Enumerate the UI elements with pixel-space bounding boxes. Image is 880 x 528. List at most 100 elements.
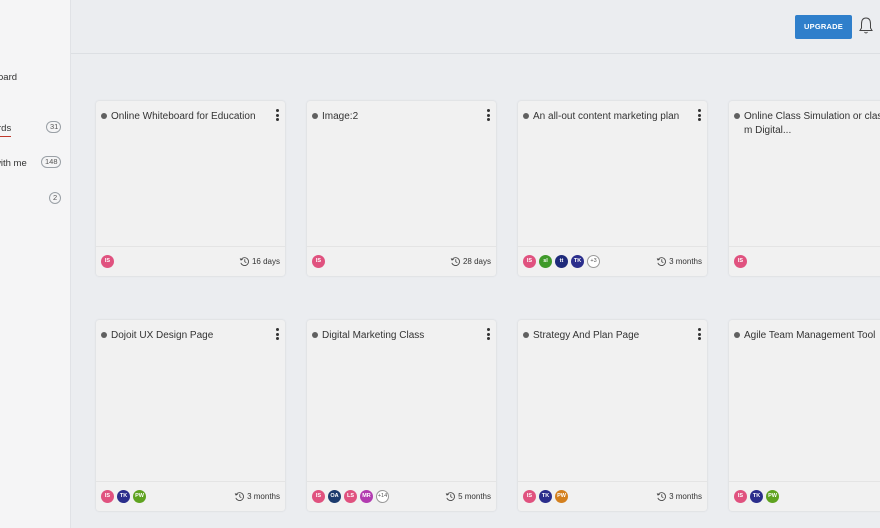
status-dot (523, 113, 529, 119)
sidebar-item-count: 31 (46, 121, 61, 133)
history-icon (656, 492, 666, 501)
sidebar-item-label: oard (0, 72, 18, 83)
avatar[interactable]: TK (750, 490, 763, 503)
more-members-badge[interactable]: +14 (376, 490, 389, 503)
last-modified-text: 3 months (247, 492, 280, 501)
card-footer: IS TK PW (729, 481, 880, 511)
avatar[interactable]: IS (734, 490, 747, 503)
avatar[interactable]: OA (328, 490, 341, 503)
sidebar-item-count: 148 (41, 156, 61, 168)
card-footer: IS sl tt TK +3 3 months (518, 246, 707, 276)
avatar[interactable]: IS (523, 490, 536, 503)
card-footer: IS 28 days (307, 246, 496, 276)
status-dot (734, 113, 740, 119)
sidebar-item-label: rds (0, 123, 12, 137)
avatar[interactable]: LS (344, 490, 357, 503)
board-card[interactable]: Digital Marketing Class IS OA LS MR +14 5 mont… (307, 320, 496, 511)
more-options-icon[interactable] (276, 109, 280, 122)
board-card[interactable]: Online Class Simulation or class m Digit… (729, 101, 880, 276)
card-title: An all-out content marketing plan (533, 111, 680, 122)
last-modified: 5 months (445, 491, 491, 502)
sidebar: oard rds 31 with me 148 2 (0, 0, 71, 528)
avatar[interactable]: IS (312, 490, 325, 503)
card-title: Strategy And Plan Page (533, 330, 640, 341)
avatar-group: IS (101, 255, 117, 269)
avatar[interactable]: IS (523, 255, 536, 268)
bell-icon[interactable] (858, 16, 874, 36)
avatar[interactable]: IS (312, 255, 325, 268)
upgrade-button[interactable]: UPGRADE (795, 15, 852, 39)
board-card[interactable]: Image:2 IS 28 days (307, 101, 496, 276)
last-modified: 3 months (234, 491, 280, 502)
avatar[interactable]: IS (101, 490, 114, 503)
more-options-icon[interactable] (276, 328, 280, 341)
history-icon (234, 492, 244, 501)
avatar[interactable]: tt (555, 255, 568, 268)
board-card[interactable]: Strategy And Plan Page IS TK PW 3 months (518, 320, 707, 511)
last-modified-text: 5 months (458, 492, 491, 501)
history-icon (450, 257, 460, 266)
status-dot (312, 332, 318, 338)
last-modified: 16 days (239, 256, 280, 267)
last-modified: 28 days (450, 256, 491, 267)
card-footer: IS TK PW 3 months (518, 481, 707, 511)
sidebar-item-boards[interactable]: rds 31 (0, 121, 71, 139)
card-title: Online Class Simulation or class m Digit… (744, 111, 880, 136)
avatar[interactable]: PW (766, 490, 779, 503)
card-title: Online Whiteboard for Education (111, 111, 256, 122)
sidebar-item-shared-with-me[interactable]: with me 148 (0, 156, 71, 174)
sidebar-item-label: with me (0, 158, 27, 169)
avatar-group: IS sl tt TK +3 (523, 255, 600, 269)
history-icon (445, 492, 455, 501)
board-card[interactable]: An all-out content marketing plan IS sl tt T… (518, 101, 707, 276)
avatar[interactable]: TK (571, 255, 584, 268)
avatar[interactable]: TK (539, 490, 552, 503)
history-icon (656, 257, 666, 266)
card-footer: IS OA LS MR +14 5 months (307, 481, 496, 511)
avatar-group: IS OA LS MR +14 (312, 490, 389, 504)
avatar-group: IS (734, 255, 750, 269)
last-modified-text: 3 months (669, 257, 702, 266)
card-footer: IS 16 days (96, 246, 285, 276)
card-title: Dojoit UX Design Page (111, 330, 214, 341)
avatar-group: IS TK PW (734, 490, 782, 504)
status-dot (101, 332, 107, 338)
board-card[interactable]: Dojoit UX Design Page IS TK PW 3 months (96, 320, 285, 511)
card-title: Digital Marketing Class (322, 330, 425, 341)
top-bar: UPGRADE (71, 0, 880, 54)
sidebar-item-count: 2 (49, 192, 61, 204)
sidebar-item-other[interactable]: 2 (0, 192, 71, 210)
last-modified-text: 3 months (669, 492, 702, 501)
status-dot (523, 332, 529, 338)
more-members-badge[interactable]: +3 (587, 255, 600, 268)
avatar[interactable]: IS (734, 255, 747, 268)
avatar-group: IS TK PW (101, 490, 149, 504)
last-modified-text: 16 days (251, 257, 280, 266)
last-modified: 3 months (656, 256, 702, 267)
avatar[interactable]: MR (360, 490, 373, 503)
more-options-icon[interactable] (698, 109, 702, 122)
card-footer: IS TK PW 3 months (96, 481, 285, 511)
avatar[interactable]: IS (101, 255, 114, 268)
card-title: Image:2 (322, 111, 359, 122)
board-card[interactable]: Online Whiteboard for Education IS 16 days (96, 101, 285, 276)
more-options-icon[interactable] (487, 328, 491, 341)
more-options-icon[interactable] (487, 109, 491, 122)
status-dot (101, 113, 107, 119)
avatar-group: IS (312, 255, 328, 269)
avatar[interactable]: TK (117, 490, 130, 503)
history-icon (239, 257, 249, 266)
last-modified: 3 months (656, 491, 702, 502)
board-card[interactable]: Agile Team Management Tool IS TK PW (729, 320, 880, 511)
status-dot (312, 113, 318, 119)
card-footer: ISab (729, 246, 880, 276)
last-modified-text: 28 days (462, 257, 491, 266)
avatar[interactable]: PW (133, 490, 146, 503)
more-options-icon[interactable] (698, 328, 702, 341)
sidebar-item-dashboard[interactable]: oard (0, 70, 71, 88)
status-dot (734, 332, 740, 338)
avatar-group: IS TK PW (523, 490, 571, 504)
avatar[interactable]: sl (539, 255, 552, 268)
card-title: Agile Team Management Tool (744, 330, 876, 341)
avatar[interactable]: PW (555, 490, 568, 503)
